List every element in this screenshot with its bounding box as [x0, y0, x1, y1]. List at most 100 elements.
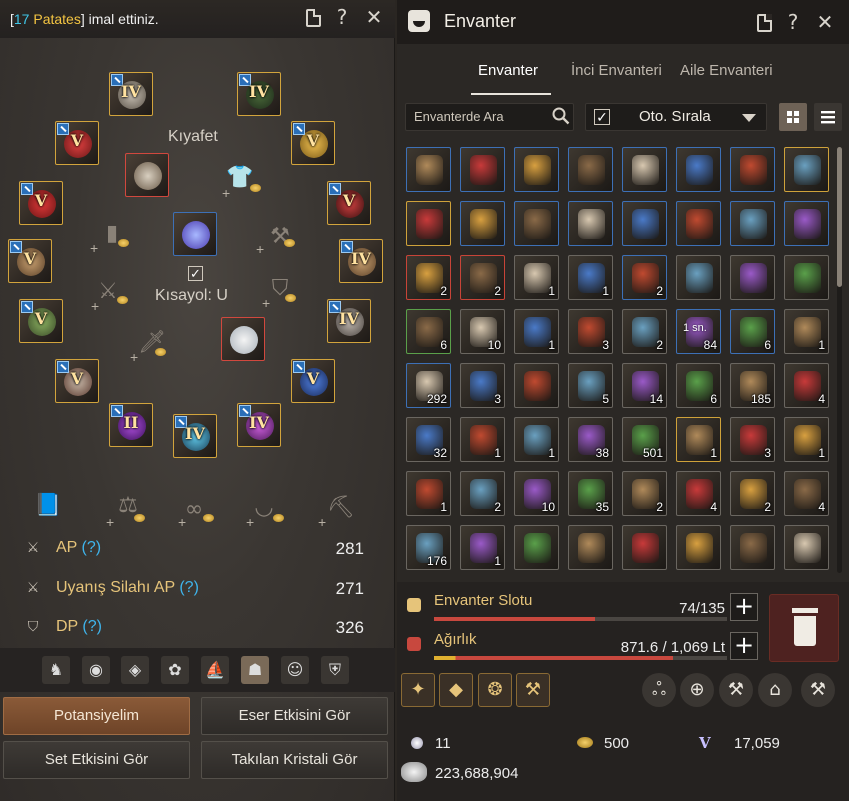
inventory-slot[interactable]: 1: [514, 255, 559, 300]
inventory-slot[interactable]: [730, 201, 775, 246]
inventory-slot[interactable]: 3: [730, 417, 775, 462]
equip-slot-alchemy-stone[interactable]: IV: [237, 403, 281, 447]
outfit-book-icon[interactable]: 📘: [34, 492, 62, 520]
inventory-slot[interactable]: [568, 525, 613, 570]
equip-slot-outfit-helmet[interactable]: [125, 153, 169, 197]
inventory-slot[interactable]: 4: [784, 471, 829, 516]
inventory-slot[interactable]: 1: [460, 525, 505, 570]
mallet-icon[interactable]: ⚒: [801, 673, 835, 707]
inventory-slot[interactable]: [784, 255, 829, 300]
equip-slot-gloves[interactable]: V: [19, 299, 63, 343]
inventory-slot[interactable]: 176: [406, 525, 451, 570]
equip-slot-earring-1[interactable]: V: [19, 181, 63, 225]
help-icon[interactable]: ?: [782, 11, 804, 33]
search-input[interactable]: Envanterde Ara: [405, 103, 574, 131]
mask-icon[interactable]: ◉: [82, 656, 110, 684]
equip-slot-boots[interactable]: IV: [327, 299, 371, 343]
inventory-slot[interactable]: [730, 525, 775, 570]
inventory-slot[interactable]: 185: [730, 363, 775, 408]
inventory-slot[interactable]: 1: [460, 417, 505, 462]
equip-slot-ring-1[interactable]: V: [291, 121, 335, 165]
knot-icon[interactable]: ஃ: [642, 673, 676, 707]
refine-icon[interactable]: ❂: [478, 673, 512, 707]
inventory-slot[interactable]: [622, 147, 667, 192]
inventory-slot[interactable]: 3: [568, 309, 613, 354]
inventory-slot[interactable]: [406, 147, 451, 192]
outfit-pickaxe-icon[interactable]: ⛏: [327, 494, 355, 522]
inventory-scroll-thumb[interactable]: [837, 147, 842, 287]
inventory-slot[interactable]: 2: [406, 255, 451, 300]
inventory-slot[interactable]: 6: [676, 363, 721, 408]
inventory-slot[interactable]: [460, 201, 505, 246]
hammer-icon[interactable]: ⚒: [719, 673, 753, 707]
inventory-slot[interactable]: 6: [406, 309, 451, 354]
tab-inventory[interactable]: Envanter: [478, 62, 538, 79]
compass-icon[interactable]: ⊕: [680, 673, 714, 707]
inventory-slot[interactable]: [730, 255, 775, 300]
dp-help[interactable]: (?): [82, 618, 102, 635]
equip-slot-sub-weapon[interactable]: IV: [339, 239, 383, 283]
inventory-slot[interactable]: 1: [676, 417, 721, 462]
inventory-slot[interactable]: [676, 147, 721, 192]
equip-slot-belt[interactable]: V: [55, 359, 99, 403]
equip-slot-crystal[interactable]: [173, 212, 217, 256]
inventory-slot[interactable]: [622, 525, 667, 570]
worker-icon[interactable]: ☗: [241, 656, 269, 684]
cat-face-icon[interactable]: ◈: [121, 656, 149, 684]
artifact-effect-button[interactable]: Eser Etkisini Gör: [201, 697, 388, 735]
equip-slot-earring-2[interactable]: V: [291, 359, 335, 403]
inventory-slot[interactable]: 32: [406, 417, 451, 462]
equip-slot-awakening-weapon[interactable]: II: [109, 403, 153, 447]
magic-wand-icon[interactable]: ✦: [401, 673, 435, 707]
equipped-crystal-button[interactable]: Takılan Kristali Gör: [201, 741, 388, 779]
auto-sort-dropdown[interactable]: ✓ Oto. Sırala: [585, 103, 767, 131]
equip-slot-helmet[interactable]: IV: [109, 72, 153, 116]
inventory-slot[interactable]: 4: [676, 471, 721, 516]
paw-icon[interactable]: ✿: [161, 656, 189, 684]
shield-tab-icon[interactable]: ⛨: [321, 656, 349, 684]
inventory-slot[interactable]: 10: [460, 309, 505, 354]
inventory-slot[interactable]: [514, 147, 559, 192]
auto-sort-checkbox[interactable]: ✓: [594, 109, 610, 125]
inventory-slot[interactable]: [730, 147, 775, 192]
inventory-slot[interactable]: 38: [568, 417, 613, 462]
inventory-slot[interactable]: [676, 525, 721, 570]
set-effect-button[interactable]: Set Etkisini Gör: [3, 741, 190, 779]
equip-slot-ring-2[interactable]: V: [327, 181, 371, 225]
trash-button[interactable]: [769, 594, 839, 662]
gem-icon[interactable]: ◆: [439, 673, 473, 707]
inventory-slot[interactable]: [676, 255, 721, 300]
inventory-slot[interactable]: 6: [730, 309, 775, 354]
inventory-slot[interactable]: 2: [460, 255, 505, 300]
inventory-slot[interactable]: 1: [514, 309, 559, 354]
inventory-slot[interactable]: 14: [622, 363, 667, 408]
inventory-slot[interactable]: [784, 201, 829, 246]
inventory-slot[interactable]: 3: [460, 363, 505, 408]
equip-slot-armor[interactable]: IV: [237, 72, 281, 116]
tab-family-inventory[interactable]: Aile Envanteri: [680, 62, 773, 79]
anvil-icon[interactable]: ⌂: [758, 673, 792, 707]
expand-weight-button[interactable]: +: [730, 632, 758, 660]
inventory-slot[interactable]: 1: [568, 255, 613, 300]
inventory-slot[interactable]: 2: [730, 471, 775, 516]
horse-icon[interactable]: ♞: [42, 656, 70, 684]
inventory-slot[interactable]: 292: [406, 363, 451, 408]
tab-pearl-inventory[interactable]: İnci Envanteri: [571, 62, 662, 79]
inventory-slot[interactable]: 10: [514, 471, 559, 516]
inventory-slot[interactable]: [514, 363, 559, 408]
close-icon[interactable]: ✕: [363, 6, 385, 28]
guide-icon[interactable]: [306, 9, 321, 27]
ship-icon[interactable]: ⛵: [201, 656, 229, 684]
close-icon[interactable]: ✕: [814, 11, 836, 33]
inventory-slot[interactable]: [514, 201, 559, 246]
inventory-slot[interactable]: [622, 201, 667, 246]
ap-help[interactable]: (?): [82, 539, 102, 556]
repair-hammer-icon[interactable]: ⚒: [516, 673, 550, 707]
inventory-slot[interactable]: 4: [784, 363, 829, 408]
inventory-slot[interactable]: [460, 147, 505, 192]
inventory-slot[interactable]: 1 sn. 84: [676, 309, 721, 354]
equip-slot-main-weapon[interactable]: V: [8, 239, 52, 283]
expand-slots-button[interactable]: +: [730, 593, 758, 621]
search-icon[interactable]: [552, 107, 570, 125]
equip-slot-outfit-body[interactable]: [221, 317, 265, 361]
